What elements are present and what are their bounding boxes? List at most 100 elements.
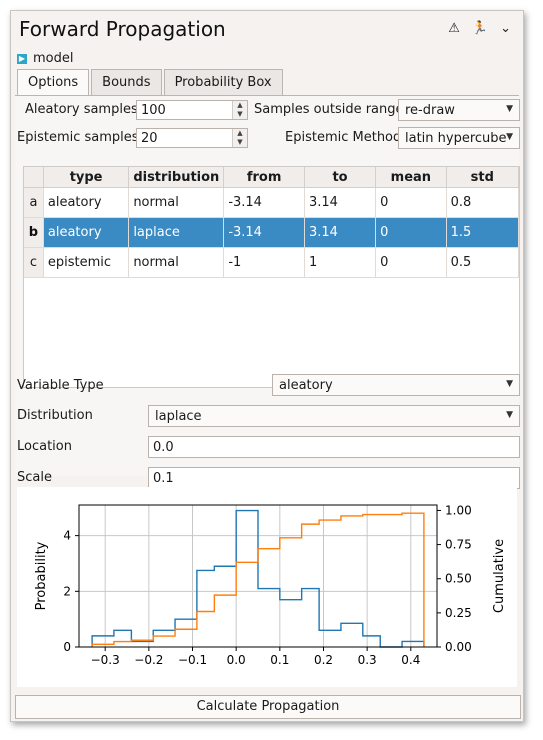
aleatory-samples-value: 100 — [141, 102, 166, 118]
y2-axis-label: Cumulative — [492, 539, 507, 613]
cell-from[interactable]: -3.14 — [223, 187, 305, 218]
cell-from[interactable]: -1 — [223, 247, 305, 278]
x-tick-label: 0.1 — [270, 653, 289, 667]
x-tick-label: 0.4 — [401, 653, 420, 667]
tab-bar: Options Bounds Probability Box — [17, 69, 285, 95]
col-std[interactable]: std — [446, 167, 520, 188]
variables-table: type distribution from to mean std a ale… — [23, 166, 520, 388]
row-header[interactable]: c — [24, 247, 44, 278]
row-header[interactable]: a — [24, 187, 44, 218]
x-tick-label: 0.3 — [358, 653, 377, 667]
tab-label: Bounds — [102, 75, 151, 90]
cell-mean[interactable]: 0 — [375, 217, 447, 248]
table-row[interactable]: a aleatory normal -3.14 3.14 0 0.8 — [24, 187, 520, 218]
model-row: ▶ model — [17, 51, 73, 66]
x-tick-label: −0.3 — [91, 653, 120, 667]
calculate-propagation-label: Calculate Propagation — [196, 699, 340, 714]
x-tick-label: 0.2 — [314, 653, 333, 667]
scale-label: Scale — [17, 470, 52, 485]
window-title: Forward Propagation — [19, 17, 226, 41]
col-to[interactable]: to — [304, 167, 377, 188]
y-tick-label: 0 — [63, 640, 71, 654]
spin-arrows-icon[interactable]: ▲ ▼ — [232, 129, 247, 147]
tab-options[interactable]: Options — [17, 69, 90, 95]
cell-to[interactable]: 3.14 — [304, 187, 377, 218]
y-tick-label: 4 — [63, 529, 71, 543]
aleatory-samples-spinbox[interactable]: 100 ▲ ▼ — [136, 100, 248, 120]
distribution-plot: −0.3 −0.2 −0.1 0.0 0.1 0.2 0.3 0.4 0 2 4 0.00 0.25 0.… — [17, 487, 517, 687]
cell-distribution[interactable]: normal — [128, 187, 225, 218]
col-from[interactable]: from — [223, 167, 305, 188]
epistemic-samples-value: 20 — [141, 130, 158, 146]
location-field[interactable]: 0.0 — [148, 436, 520, 458]
y-tick-label: 2 — [63, 584, 71, 598]
cell-std[interactable]: 0.5 — [446, 247, 520, 278]
calculate-propagation-button[interactable]: Calculate Propagation — [15, 695, 521, 719]
col-type[interactable]: type — [43, 167, 130, 188]
caret-down-icon: ▼ — [506, 132, 513, 142]
cell-std[interactable]: 0.8 — [446, 187, 520, 218]
epistemic-method-value: latin hypercube — [405, 130, 507, 146]
cell-distribution[interactable]: normal — [128, 247, 225, 278]
aleatory-samples-label: Aleatory samples — [25, 102, 138, 117]
caret-down-icon: ▼ — [506, 104, 513, 114]
x-tick-label: −0.1 — [178, 653, 207, 667]
corner-cell — [24, 167, 44, 188]
header-icons: ⚠ 🏃 ⌄ — [448, 21, 511, 36]
cell-type[interactable]: epistemic — [43, 247, 130, 278]
location-label: Location — [17, 439, 72, 454]
y2-tick-label: 1.00 — [445, 503, 472, 517]
tab-label: Probability Box — [174, 75, 272, 90]
samples-outside-range-label: Samples outside range — [254, 102, 404, 117]
table-header-row: type distribution from to mean std — [24, 167, 520, 188]
variable-type-value: aleatory — [279, 377, 333, 393]
spin-arrows-icon[interactable]: ▲ ▼ — [232, 101, 247, 119]
cell-mean[interactable]: 0 — [375, 187, 447, 218]
epistemic-method-select[interactable]: latin hypercube ▼ — [398, 127, 520, 149]
cell-to[interactable]: 1 — [304, 247, 377, 278]
options-panel: Aleatory samples 100 ▲ ▼ Samples outside … — [15, 95, 520, 489]
col-mean[interactable]: mean — [375, 167, 447, 188]
run-icon[interactable]: 🏃 — [472, 21, 488, 36]
warning-icon[interactable]: ⚠ — [448, 21, 460, 36]
tab-probability-box[interactable]: Probability Box — [163, 69, 283, 95]
cell-type[interactable]: aleatory — [43, 187, 130, 218]
cell-mean[interactable]: 0 — [375, 247, 447, 278]
cell-to[interactable]: 3.14 — [304, 217, 377, 248]
forward-propagation-window: Forward Propagation ⚠ 🏃 ⌄ ▶ model Option… — [10, 10, 524, 722]
epistemic-samples-label: Epistemic samples — [17, 130, 139, 145]
tab-bounds[interactable]: Bounds — [91, 69, 162, 95]
y2-tick-label: 0.00 — [445, 640, 472, 654]
row-header[interactable]: b — [24, 217, 44, 248]
variable-type-label: Variable Type — [17, 378, 104, 393]
caret-down-icon: ▼ — [506, 410, 513, 420]
x-tick-label: −0.2 — [134, 653, 163, 667]
y2-tick-label: 0.25 — [445, 606, 472, 620]
table-row[interactable]: b aleatory laplace -3.14 3.14 0 1.5 — [24, 217, 520, 248]
chevron-down-icon[interactable]: ⌄ — [500, 21, 511, 36]
distribution-label: Distribution — [17, 408, 93, 423]
chart-svg: −0.3 −0.2 −0.1 0.0 0.1 0.2 0.3 0.4 0 2 4 0.00 0.25 0.… — [34, 503, 507, 667]
model-connector-icon[interactable]: ▶ — [17, 53, 27, 64]
cell-type[interactable]: aleatory — [43, 217, 130, 248]
scale-value: 0.1 — [153, 470, 174, 486]
cell-distribution[interactable]: laplace — [128, 217, 225, 248]
samples-outside-range-value: re-draw — [405, 102, 455, 118]
distribution-select[interactable]: laplace ▼ — [148, 405, 520, 427]
y2-tick-label: 0.50 — [445, 572, 472, 586]
cell-std[interactable]: 1.5 — [446, 217, 520, 248]
model-label: model — [33, 51, 74, 66]
y-axis-label: Probability — [34, 541, 49, 610]
table-row[interactable]: c epistemic normal -1 1 0 0.5 — [24, 247, 520, 278]
samples-outside-range-select[interactable]: re-draw ▼ — [398, 99, 520, 121]
caret-down-icon: ▼ — [506, 379, 513, 389]
probability-series-line — [91, 509, 425, 648]
variable-type-select[interactable]: aleatory ▼ — [272, 374, 520, 396]
cell-from[interactable]: -3.14 — [223, 217, 305, 248]
epistemic-samples-spinbox[interactable]: 20 ▲ ▼ — [136, 128, 248, 148]
location-value: 0.0 — [153, 439, 174, 455]
scale-field[interactable]: 0.1 — [148, 467, 520, 489]
col-distribution[interactable]: distribution — [128, 167, 225, 188]
x-tick-label: 0.0 — [227, 653, 246, 667]
epistemic-method-label: Epistemic Method — [285, 130, 402, 145]
